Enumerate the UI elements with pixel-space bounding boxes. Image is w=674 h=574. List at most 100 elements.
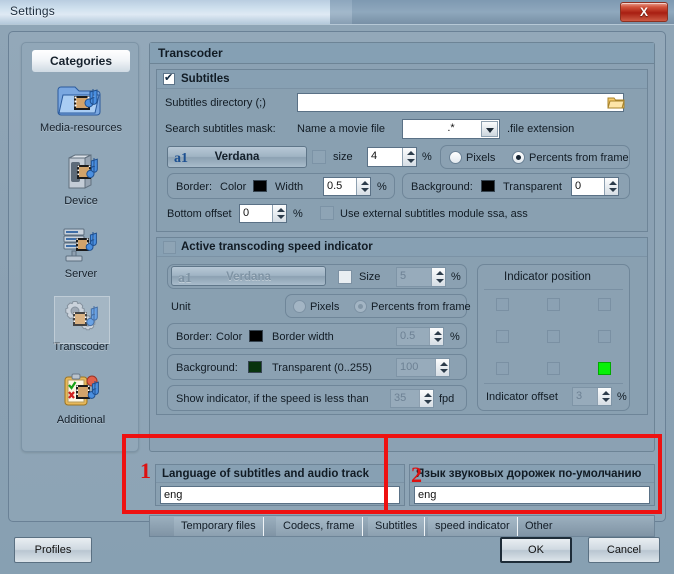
ssa-module-label: Use external subtitles module ssa, ass bbox=[340, 208, 528, 220]
sidebar-item-server[interactable]: Server bbox=[22, 225, 140, 280]
subtitles-border-width-label: Width bbox=[275, 181, 304, 193]
subtitles-size-checkbox[interactable] bbox=[312, 150, 326, 164]
subtitles-size-value: 4 bbox=[371, 150, 378, 162]
subtitles-group: Subtitles Subtitles directory (;) Search… bbox=[156, 69, 648, 232]
sidebar-item-additional[interactable]: Additional bbox=[22, 371, 140, 426]
subtitles-font-button[interactable]: a1 Verdana bbox=[167, 146, 307, 168]
subtitles-transparent-spinner[interactable]: 0 bbox=[571, 177, 619, 196]
transcoder-panel: Transcoder Subtitles Subtitles directory… bbox=[149, 42, 655, 452]
sidebar-item-media-resources[interactable]: Media-resources bbox=[22, 79, 140, 134]
speed-indicator-enable-checkbox[interactable] bbox=[163, 241, 176, 254]
titlebar-background-blur-2 bbox=[330, 0, 356, 24]
categories-header: Categories bbox=[32, 50, 130, 72]
speed-transparent-value: 100 bbox=[400, 361, 419, 373]
speed-background-color-swatch[interactable] bbox=[248, 361, 262, 373]
subtitles-unit-percents-radio[interactable] bbox=[512, 151, 525, 164]
subtitles-background-color-swatch[interactable] bbox=[481, 180, 495, 192]
subtitles-bottom-offset-value: 0 bbox=[243, 207, 250, 219]
spinner-arrows-icon[interactable] bbox=[272, 205, 286, 222]
speed-background-label: Background: bbox=[176, 362, 238, 374]
spinner-arrows-icon[interactable] bbox=[431, 268, 445, 286]
subtitles-unit-box: Pixels Percents from frame bbox=[440, 145, 630, 169]
annotation-number-1: 1 bbox=[140, 458, 151, 483]
sidebar-item-transcoder[interactable]: Transcoder bbox=[22, 296, 140, 353]
subtitles-offset-percent: % bbox=[293, 208, 303, 220]
subtitles-transparent-label: Transparent bbox=[503, 181, 562, 193]
tab-other[interactable]: Other bbox=[518, 517, 560, 536]
indicator-cell-0[interactable] bbox=[496, 298, 509, 311]
spinner-arrows-icon[interactable] bbox=[402, 148, 416, 166]
subtitles-border-percent: % bbox=[377, 181, 387, 193]
speed-transparent-label: Transparent (0..255) bbox=[272, 362, 372, 374]
indicator-offset-divider bbox=[484, 383, 623, 384]
spinner-arrows-icon[interactable] bbox=[419, 390, 433, 407]
spinner-arrows-icon[interactable] bbox=[435, 359, 449, 376]
indicator-cell-6[interactable] bbox=[496, 362, 509, 375]
speed-border-box: Border: Color Border width 0.5 % bbox=[167, 323, 467, 349]
indicator-cell-4[interactable] bbox=[547, 330, 560, 343]
tab-temporary-files[interactable]: Temporary files bbox=[174, 517, 264, 536]
subtitles-mask-suffix: .file extension bbox=[507, 123, 575, 135]
subtitles-size-spinner[interactable]: 4 bbox=[367, 147, 417, 167]
indicator-cell-2[interactable] bbox=[598, 298, 611, 311]
subtitles-mask-value: .* bbox=[447, 122, 455, 134]
subtitles-mask-combo[interactable]: .* bbox=[402, 119, 500, 139]
speed-unit-pixels-radio[interactable] bbox=[293, 300, 306, 313]
speed-threshold-value: 35 bbox=[394, 392, 407, 404]
subtitles-font-name: Verdana bbox=[214, 151, 260, 163]
chevron-down-icon[interactable] bbox=[481, 121, 498, 137]
ok-button[interactable]: OK bbox=[500, 537, 572, 563]
spinner-arrows-icon[interactable] bbox=[604, 178, 618, 195]
subtitles-bottom-offset-spinner[interactable]: 0 bbox=[239, 204, 287, 223]
indicator-cell-7[interactable] bbox=[547, 362, 560, 375]
cancel-button[interactable]: Cancel bbox=[588, 537, 660, 563]
a1-font-icon: a1 bbox=[174, 151, 188, 166]
indicator-cell-5[interactable] bbox=[598, 330, 611, 343]
subtitles-bottom-offset-label: Bottom offset bbox=[167, 208, 232, 220]
speed-unit-percents-radio[interactable] bbox=[354, 300, 367, 313]
indicator-cell-1[interactable] bbox=[547, 298, 560, 311]
close-button[interactable]: X bbox=[620, 2, 668, 22]
indicator-position-divider bbox=[484, 289, 623, 290]
subtitles-border-label: Border: bbox=[176, 181, 213, 193]
indicator-cell-3[interactable] bbox=[496, 330, 509, 343]
speed-size-spinner[interactable]: 5 bbox=[396, 267, 446, 287]
subtitles-border-color-swatch[interactable] bbox=[253, 180, 267, 192]
speed-unit-box: Pixels Percents from frame bbox=[285, 294, 471, 318]
speed-transparent-spinner[interactable]: 100 bbox=[396, 358, 450, 377]
subtitles-directory-input[interactable] bbox=[297, 93, 624, 112]
open-folder-icon[interactable] bbox=[607, 95, 625, 110]
sidebar-item-label: Media-resources bbox=[40, 122, 122, 134]
speed-indicator-group: Active transcoding speed indicator a1 Ve… bbox=[156, 237, 648, 415]
subtitles-unit-pixels-radio[interactable] bbox=[449, 151, 462, 164]
indicator-position-box: Indicator position Indicator offset 3 % bbox=[477, 264, 630, 411]
spinner-arrows-icon[interactable] bbox=[356, 178, 370, 195]
indicator-offset-value: 3 bbox=[576, 390, 583, 402]
profiles-button[interactable]: Profiles bbox=[14, 537, 92, 563]
speed-threshold-spinner[interactable]: 35 bbox=[390, 389, 434, 408]
tab-codecs-frame[interactable]: Codecs, frame bbox=[276, 517, 363, 536]
speed-border-color-swatch[interactable] bbox=[249, 330, 263, 342]
tab-speed-indicator[interactable]: speed indicator bbox=[428, 517, 518, 536]
speed-font-button[interactable]: a1 Verdana bbox=[171, 266, 326, 286]
speed-background-box: Background: Transparent (0..255) 100 bbox=[167, 354, 467, 380]
subtitles-enable-checkbox[interactable] bbox=[163, 71, 175, 85]
subtitles-border-color-label: Color bbox=[220, 181, 247, 193]
window-title: Settings bbox=[10, 4, 55, 18]
indicator-offset-spinner[interactable]: 3 bbox=[572, 387, 612, 406]
subtitles-background-box: Background: Transparent 0 bbox=[402, 173, 630, 199]
subtitles-directory-label: Subtitles directory (;) bbox=[165, 97, 266, 109]
sidebar-item-device[interactable]: Device bbox=[22, 152, 140, 207]
tab-subtitles[interactable]: Subtitles bbox=[368, 517, 426, 536]
subtitles-size-label: size bbox=[333, 151, 353, 163]
spinner-arrows-icon[interactable] bbox=[429, 328, 443, 345]
speed-border-width-spinner[interactable]: 0.5 bbox=[396, 327, 444, 346]
spinner-arrows-icon[interactable] bbox=[597, 388, 611, 405]
indicator-cell-8[interactable] bbox=[598, 362, 611, 375]
server-media-icon bbox=[57, 225, 105, 267]
ssa-module-checkbox[interactable] bbox=[320, 206, 334, 220]
speed-size-checkbox[interactable] bbox=[338, 270, 352, 284]
subtitles-border-width-spinner[interactable]: 0.5 bbox=[323, 177, 371, 196]
speed-threshold-box: Show indicator, if the speed is less tha… bbox=[167, 385, 467, 411]
subtitles-mask-label: Search subtitles mask: bbox=[165, 123, 276, 135]
